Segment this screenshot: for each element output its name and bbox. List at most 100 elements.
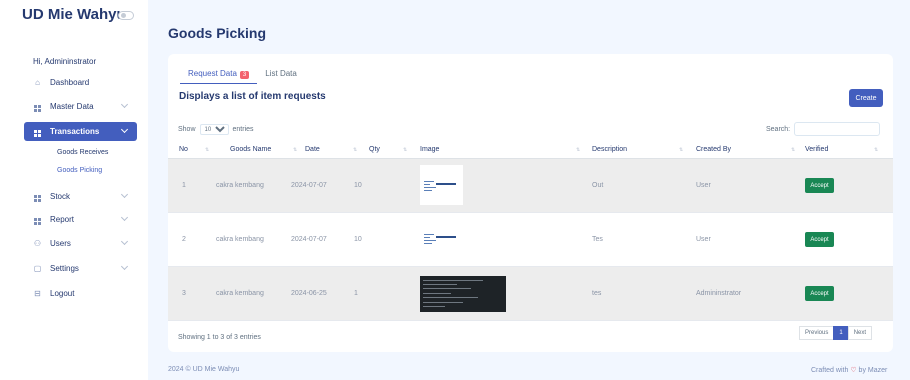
cell-date: 2024-07-07	[291, 236, 327, 243]
table-info: Showing 1 to 3 of 3 entries	[178, 334, 261, 341]
accept-button[interactable]: Accept	[805, 178, 834, 193]
content-card: Request Data 3 List Data Displays a list …	[168, 54, 893, 352]
footer-credit: Crafted with ♡ by Mazer	[811, 366, 887, 374]
cell-description: Out	[592, 182, 604, 189]
sidebar-item-label: Stock	[50, 192, 71, 201]
sort-icon: ⇅	[791, 147, 796, 153]
accept-button[interactable]: Accept	[805, 232, 834, 247]
thumbnail-line	[423, 306, 445, 307]
thumbnail-line	[424, 187, 436, 188]
column-header-verified[interactable]: Verified	[805, 146, 828, 153]
table-row: 1 cakra kembang 2024-07-07 10 Out User A…	[168, 159, 893, 213]
item-thumbnail[interactable]	[420, 276, 506, 312]
tab-label: Request Data	[188, 69, 237, 78]
column-header-image[interactable]: Image	[420, 146, 439, 153]
cell-no: 1	[182, 182, 186, 189]
pagination-next[interactable]: Next	[847, 326, 873, 340]
cell-qty: 1	[354, 290, 358, 297]
sort-icon: ⇅	[874, 147, 879, 153]
column-header-description[interactable]: Description	[592, 146, 627, 153]
create-button[interactable]: Create	[849, 89, 883, 107]
sort-icon: ⇅	[205, 147, 210, 153]
cell-date: 2024-07-07	[291, 182, 327, 189]
entries-label: entries	[232, 126, 254, 133]
cell-description: tes	[592, 290, 602, 297]
sidebar-item-users[interactable]: ⚇ Users	[24, 234, 137, 253]
entries-select[interactable]: 10	[199, 124, 229, 135]
toggle-knob	[121, 13, 126, 18]
table-row: 3 cakra kembang 2024-06-25 1 tes Adminin…	[168, 267, 893, 321]
pagination: Previous 1 Next	[799, 326, 873, 340]
brand-title: UD Mie Wahyu	[22, 6, 126, 23]
chevron-down-icon	[120, 213, 129, 222]
sidebar-item-master-data[interactable]: Master Data	[24, 97, 137, 116]
theme-toggle[interactable]	[118, 11, 134, 20]
show-label: Show	[178, 126, 196, 133]
sidebar-item-transactions[interactable]: Transactions	[24, 122, 137, 141]
search-input[interactable]	[794, 122, 881, 136]
submenu-goods-receives[interactable]: Goods Receives	[57, 149, 108, 156]
users-icon: ⚇	[33, 239, 42, 248]
column-header-goods-name[interactable]: Goods Name	[230, 146, 271, 153]
credit-prefix: Crafted with	[811, 367, 849, 374]
thumbnail-line	[423, 302, 463, 303]
pagination-page[interactable]: 1	[833, 326, 849, 340]
accept-button[interactable]: Accept	[805, 286, 834, 301]
cell-description: Tes	[592, 236, 603, 243]
cell-created-by: User	[696, 236, 711, 243]
sidebar-item-dashboard[interactable]: ⌂ Dashboard	[24, 73, 137, 92]
sidebar-item-label: Settings	[50, 264, 79, 273]
search-control: Search:	[766, 122, 881, 136]
sidebar-item-label: Users	[50, 239, 71, 248]
tab-request-data[interactable]: Request Data 3	[180, 67, 258, 84]
settings-icon: ▢	[33, 264, 42, 273]
chevron-down-icon	[120, 100, 129, 109]
heart-icon: ♡	[850, 367, 857, 374]
thumbnail-line	[424, 184, 430, 185]
tabs: Request Data 3 List Data	[180, 67, 305, 84]
column-header-no[interactable]: No	[179, 146, 188, 153]
submenu-goods-picking[interactable]: Goods Picking	[57, 167, 102, 174]
sidebar-item-logout[interactable]: ⊟ Logout	[24, 284, 137, 303]
column-header-created-by[interactable]: Created By	[696, 146, 731, 153]
chevron-down-icon	[120, 125, 129, 134]
cell-qty: 10	[354, 236, 362, 243]
sidebar: UD Mie Wahyu Hi, Admininstrator ⌂ Dashbo…	[0, 0, 148, 380]
sidebar-item-report[interactable]: Report	[24, 210, 137, 229]
chevron-down-icon	[120, 190, 129, 199]
thumbnail-line	[436, 236, 456, 238]
sidebar-item-label: Transactions	[50, 127, 100, 136]
search-label: Search:	[766, 125, 791, 133]
column-header-qty[interactable]: Qty	[369, 146, 380, 153]
thumbnail-line	[424, 237, 430, 238]
sidebar-item-settings[interactable]: ▢ Settings	[24, 259, 137, 278]
sidebar-item-stock[interactable]: Stock	[24, 187, 137, 206]
sidebar-item-label: Report	[50, 215, 75, 224]
column-header-date[interactable]: Date	[305, 146, 320, 153]
item-thumbnail[interactable]	[420, 165, 463, 205]
item-thumbnail[interactable]	[420, 223, 463, 253]
pagination-previous[interactable]: Previous	[799, 326, 835, 340]
greeting: Hi, Admininstrator	[33, 57, 97, 66]
chevron-down-icon	[120, 237, 129, 246]
grid-icon	[33, 191, 42, 202]
thumbnail-line	[423, 297, 478, 298]
cell-no: 2	[182, 236, 186, 243]
cell-goods-name: cakra kembang	[216, 290, 264, 297]
logout-icon: ⊟	[34, 289, 41, 298]
cell-created-by: User	[696, 182, 711, 189]
sort-icon: ⇅	[353, 147, 358, 153]
sidebar-item-label: Master Data	[50, 102, 94, 111]
thumbnail-line	[423, 280, 483, 281]
cell-goods-name: cakra kembang	[216, 182, 264, 189]
thumbnail-line	[423, 293, 451, 294]
tab-label: List Data	[265, 69, 297, 78]
sort-icon: ⇅	[679, 147, 684, 153]
thumbnail-line	[423, 288, 471, 289]
footer-copyright: 2024 © UD Mie Wahyu	[168, 366, 240, 373]
credit-suffix: by Mazer	[858, 367, 888, 374]
cell-goods-name: cakra kembang	[216, 236, 264, 243]
tab-list-data[interactable]: List Data	[257, 67, 305, 84]
grid-icon	[33, 126, 42, 137]
entries-length-control: Show 10 entries	[178, 124, 254, 135]
